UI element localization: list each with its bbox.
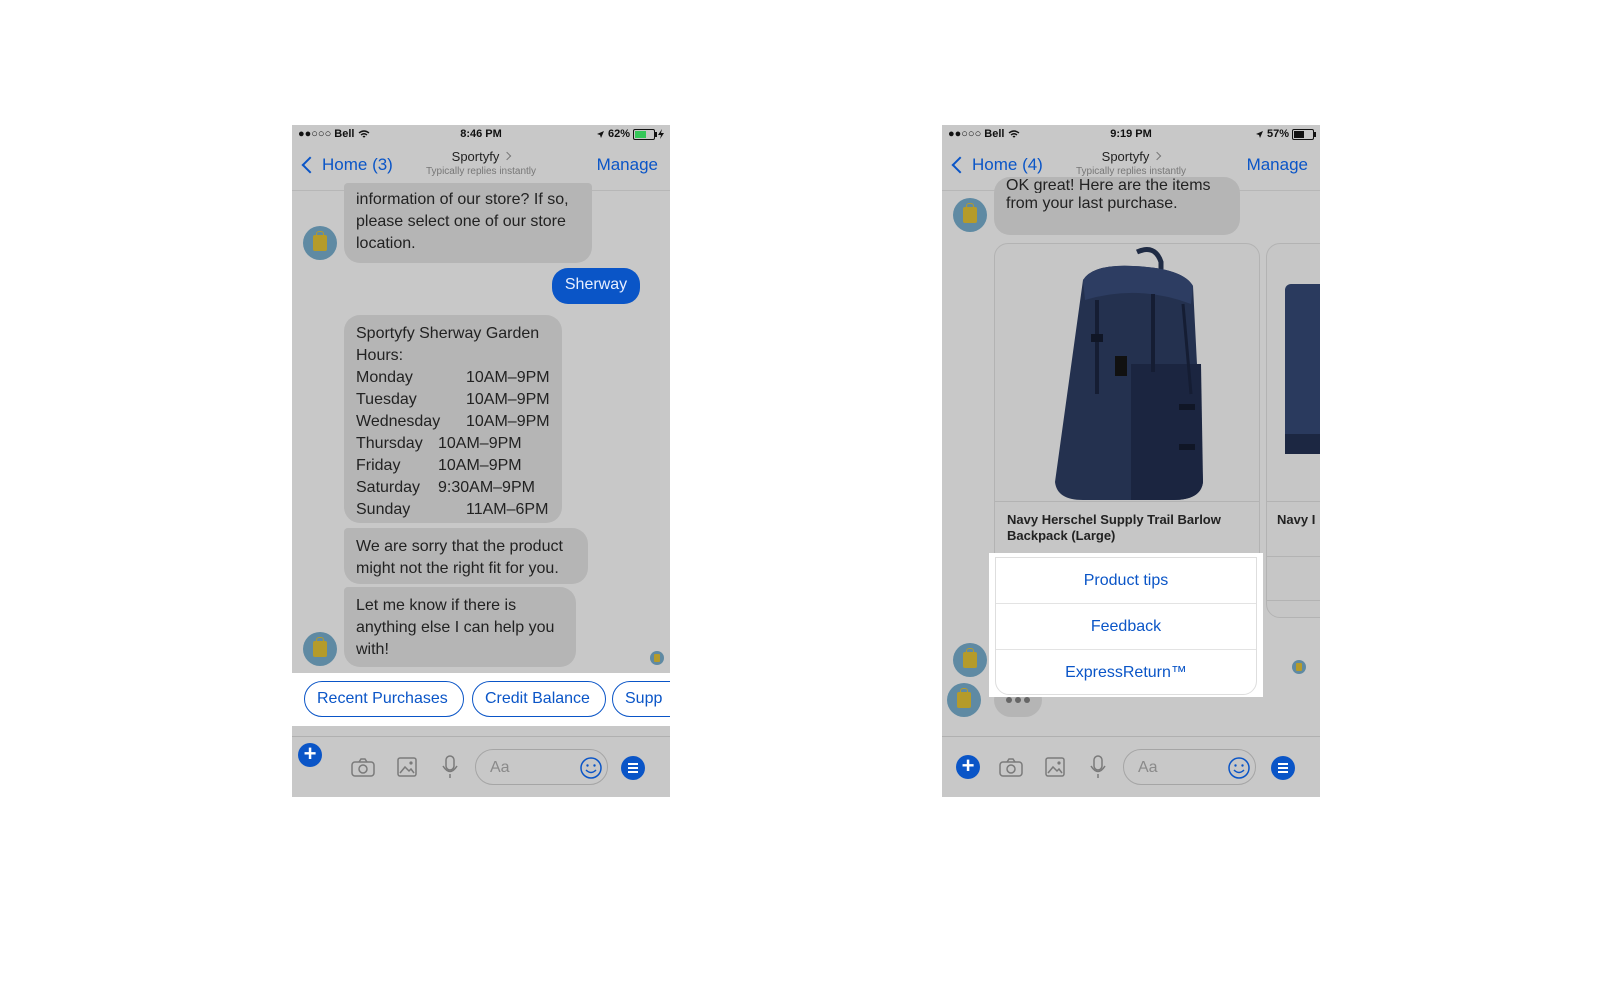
location-arrow-icon xyxy=(596,130,604,138)
user-message: Sherway xyxy=(552,268,640,304)
bot-message-store-question: information of our store? If so, please … xyxy=(344,183,592,263)
hours-row: Thursday 10AM–9PM xyxy=(356,435,522,452)
camera-icon[interactable] xyxy=(999,757,1023,777)
microphone-icon[interactable] xyxy=(442,755,458,779)
hours-row: Wednesday 10AM–9PM xyxy=(356,413,550,430)
shopping-bag-icon xyxy=(957,688,971,708)
card-divider xyxy=(1267,556,1320,557)
bot-avatar xyxy=(947,683,981,717)
conversation-title[interactable]: Sportyfy Typically replies instantly xyxy=(1032,149,1230,177)
menu-icon[interactable] xyxy=(1271,756,1295,780)
chevron-right-icon xyxy=(1153,151,1162,161)
chevron-right-icon xyxy=(503,151,512,161)
battery-icon xyxy=(633,128,657,140)
bot-avatar xyxy=(953,198,987,232)
menu-item-express-return[interactable]: ExpressReturn™ xyxy=(996,650,1256,695)
bot-message-hours: Sportyfy Sherway Garden Hours: Monday 10A… xyxy=(344,315,562,523)
status-bar: ●●○○○ Bell 9:19 PM 57% xyxy=(942,125,1320,145)
bot-avatar xyxy=(303,632,337,666)
camera-icon[interactable] xyxy=(351,757,375,777)
read-receipt-avatar xyxy=(1292,660,1306,674)
product-title: Navy Herschel Supply Trail Barlow Backpa… xyxy=(1007,512,1221,543)
bot-message-help: Let me know if there is anything else I … xyxy=(344,587,576,667)
bot-avatar xyxy=(303,226,337,260)
emoji-icon[interactable] xyxy=(580,757,602,779)
battery-percent: 57% xyxy=(1266,128,1289,140)
backpack-image xyxy=(1055,247,1203,500)
product-action-menu: Product tips Feedback ExpressReturn™ xyxy=(989,553,1263,697)
quick-replies: Recent Purchases Credit Balance Supp xyxy=(292,673,670,726)
charging-bolt-icon xyxy=(658,129,664,139)
intro-line-clipped: OK great! Here are the items xyxy=(1006,177,1211,193)
menu-item-feedback[interactable]: Feedback xyxy=(996,604,1256,649)
read-receipt-avatar xyxy=(650,651,664,665)
shopping-bag-icon xyxy=(1296,663,1302,671)
conversation-title[interactable]: Sportyfy Typically replies instantly xyxy=(382,149,580,177)
quick-reply-recent-purchases[interactable]: Recent Purchases xyxy=(304,681,464,717)
bot-avatar xyxy=(953,643,987,677)
hours-row: Saturday 9:30AM–9PM xyxy=(356,479,535,496)
product-card[interactable]: Navy I xyxy=(1266,243,1320,618)
page-title: Sportyfy xyxy=(451,149,500,164)
page-title: Sportyfy xyxy=(1101,149,1150,164)
shopping-bag-icon xyxy=(313,637,327,657)
shopping-bag-icon xyxy=(313,231,327,251)
wallet-image xyxy=(1285,284,1320,454)
manage-button[interactable]: Manage xyxy=(1247,155,1308,175)
location-arrow-icon xyxy=(1255,130,1263,138)
battery-icon xyxy=(1292,128,1316,140)
phone-screen-store-hours: ●●○○○ Bell 8:46 PM 62% Home (3) Sportyfy… xyxy=(292,125,670,797)
hours-row: Sunday 11AM–6PM xyxy=(356,501,549,518)
photo-icon[interactable] xyxy=(397,757,417,777)
message-composer: + Aa xyxy=(292,736,670,797)
product-title: Navy I xyxy=(1277,512,1316,527)
plus-icon[interactable]: + xyxy=(298,743,322,767)
back-button[interactable]: Home (3) xyxy=(300,155,393,175)
card-divider xyxy=(995,501,1259,502)
menu-item-product-tips[interactable]: Product tips xyxy=(996,558,1256,603)
bot-message-intro: OK great! Here are the items from your l… xyxy=(994,177,1240,235)
hours-row: Monday 10AM–9PM xyxy=(356,369,550,386)
status-bar: ●●○○○ Bell 8:46 PM 62% xyxy=(292,125,670,145)
bot-message-sorry: We are sorry that the product might not … xyxy=(344,528,588,584)
back-button[interactable]: Home (4) xyxy=(950,155,1043,175)
battery-percent: 62% xyxy=(607,128,630,140)
shopping-bag-icon xyxy=(963,648,977,668)
manage-button[interactable]: Manage xyxy=(597,155,658,175)
quick-reply-credit-balance[interactable]: Credit Balance xyxy=(472,681,606,717)
chevron-left-icon xyxy=(951,156,969,174)
emoji-icon[interactable] xyxy=(1228,757,1250,779)
microphone-icon[interactable] xyxy=(1090,755,1106,779)
message-composer: + Aa xyxy=(942,736,1320,797)
card-divider xyxy=(1267,501,1320,502)
reply-time-subtitle: Typically replies instantly xyxy=(425,166,537,177)
menu-icon[interactable] xyxy=(621,756,645,780)
photo-icon[interactable] xyxy=(1045,757,1065,777)
hours-row: Tuesday 10AM–9PM xyxy=(356,391,550,408)
card-divider xyxy=(1267,600,1320,601)
shopping-bag-icon xyxy=(654,654,660,662)
shopping-bag-icon xyxy=(963,203,977,223)
intro-line: from your last purchase. xyxy=(1006,195,1178,212)
hours-title: Sportyfy Sherway Garden Hours: xyxy=(356,325,540,364)
hours-row: Friday 10AM–9PM xyxy=(356,457,522,474)
plus-icon[interactable]: + xyxy=(956,755,980,779)
quick-reply-support[interactable]: Supp xyxy=(612,681,670,717)
chevron-left-icon xyxy=(301,156,319,174)
